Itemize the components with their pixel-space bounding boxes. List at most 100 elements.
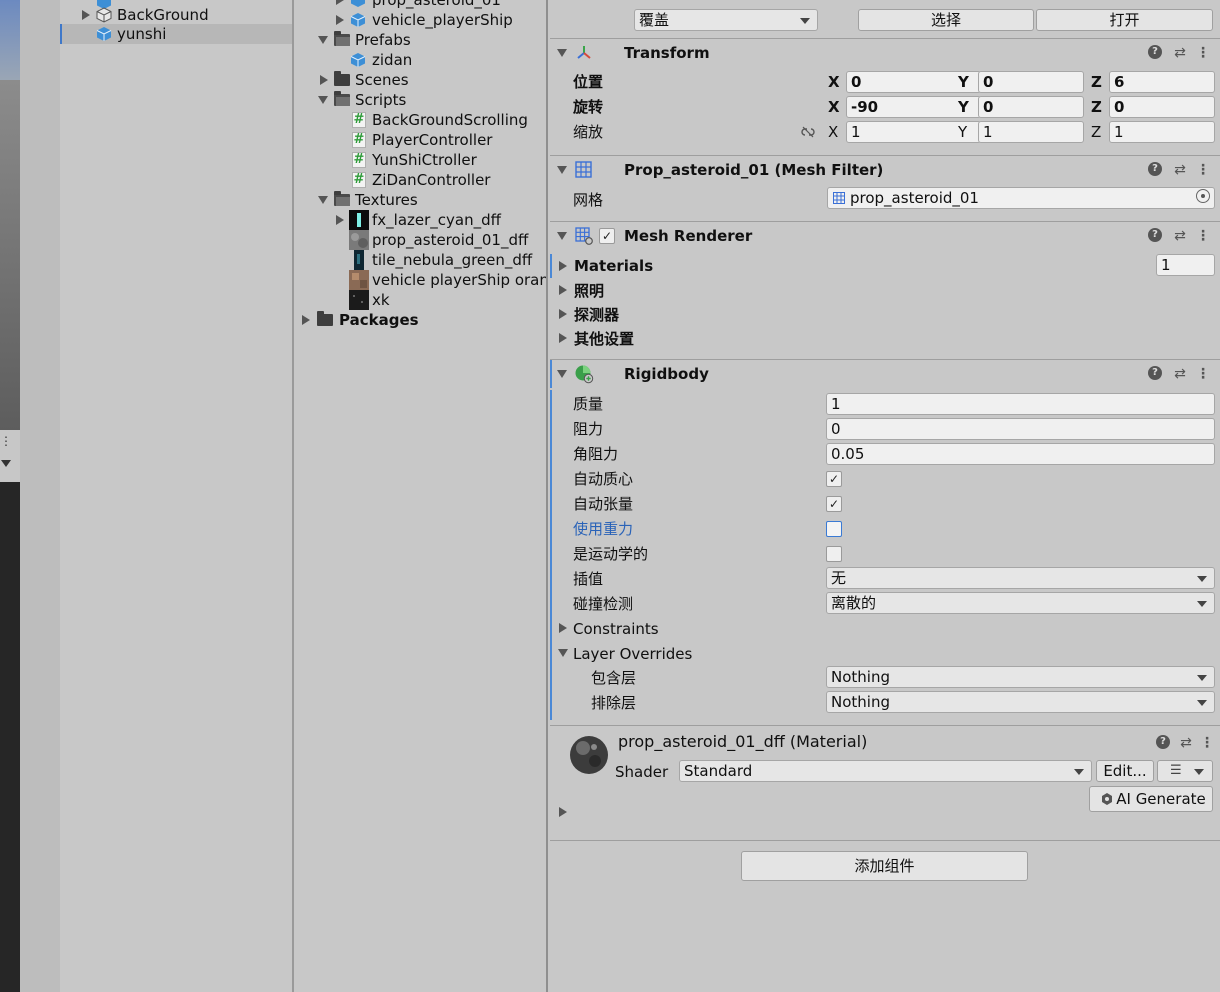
ai-generate-button[interactable]: AI Generate	[1089, 786, 1213, 812]
preset-icon[interactable]: ⇄	[1178, 735, 1194, 751]
axis-y-label[interactable]: Y	[958, 72, 969, 92]
foldout-right-icon[interactable]	[320, 75, 328, 85]
project-folder-prefabs[interactable]: Prefabs	[294, 30, 546, 50]
project-texture-item[interactable]: prop_asteroid_01_dff	[294, 230, 546, 250]
help-icon[interactable]: ?	[1148, 162, 1162, 176]
foldout-right-icon[interactable]	[336, 215, 344, 225]
axis-y-label[interactable]: Y	[958, 122, 967, 142]
axis-z-label[interactable]: Z	[1091, 72, 1102, 92]
project-item-prop-asteroid[interactable]: prop_asteroid_01	[294, 0, 546, 10]
axis-y-label[interactable]: Y	[958, 97, 969, 117]
auto-tensor-checkbox[interactable]: ✓	[826, 496, 842, 512]
drag-field[interactable]: 0	[826, 418, 1215, 440]
exclude-layers-dropdown[interactable]: Nothing	[826, 691, 1215, 713]
foldout-right-icon[interactable]	[559, 309, 567, 319]
help-icon[interactable]: ?	[1148, 228, 1162, 242]
constrain-proportions-icon[interactable]	[800, 125, 816, 139]
foldout-right-icon[interactable]	[559, 285, 567, 295]
foldout-right-icon[interactable]	[559, 807, 567, 817]
foldout-down-icon[interactable]	[557, 166, 567, 174]
project-item-vehicle-playership[interactable]: vehicle_playerShip	[294, 10, 546, 30]
angular-drag-field[interactable]: 0.05	[826, 443, 1215, 465]
foldout-down-icon[interactable]	[557, 49, 567, 57]
material-preview-icon[interactable]	[568, 734, 610, 776]
shader-edit-button[interactable]: Edit...	[1096, 760, 1154, 782]
project-texture-item[interactable]: xk	[294, 290, 546, 310]
open-button[interactable]: 打开	[1036, 9, 1213, 31]
context-menu-icon[interactable]: ⋮	[1200, 735, 1214, 751]
mesh-renderer-header[interactable]: ✓ Mesh Renderer ? ⇄ ⋮	[550, 221, 1220, 249]
foldout-down-icon[interactable]	[318, 96, 328, 104]
foldout-down-icon[interactable]	[318, 196, 328, 204]
interpolate-dropdown[interactable]: 无	[826, 567, 1215, 589]
axis-z-label[interactable]: Z	[1091, 122, 1101, 142]
transform-header[interactable]: Transform ? ⇄ ⋮	[550, 38, 1220, 66]
foldout-down-icon[interactable]	[557, 370, 567, 378]
rigidbody-header[interactable]: Rigidbody ? ⇄ ⋮	[550, 359, 1220, 388]
position-y-field[interactable]: 0	[978, 71, 1084, 93]
help-icon[interactable]: ?	[1148, 366, 1162, 380]
scale-z-field[interactable]: 1	[1109, 121, 1215, 143]
hierarchy-item-yunshi[interactable]: yunshi	[60, 24, 292, 44]
axis-x-label[interactable]: X	[828, 72, 840, 92]
auto-center-of-mass-checkbox[interactable]: ✓	[826, 471, 842, 487]
help-icon[interactable]: ?	[1156, 735, 1170, 749]
context-menu-icon[interactable]: ⋮	[1196, 45, 1210, 61]
mesh-filter-header[interactable]: Prop_asteroid_01 (Mesh Filter) ? ⇄ ⋮	[550, 155, 1220, 183]
foldout-right-icon[interactable]	[82, 10, 90, 20]
mesh-object-field[interactable]: prop_asteroid_01	[827, 187, 1215, 209]
layer-overrides-label[interactable]: Layer Overrides	[573, 644, 692, 664]
rotation-z-field[interactable]: 0	[1109, 96, 1215, 118]
preset-icon[interactable]: ⇄	[1172, 162, 1188, 178]
drag-handle-icon[interactable]: ⋮	[0, 435, 12, 447]
use-gravity-checkbox[interactable]	[826, 521, 842, 537]
materials-count-field[interactable]: 1	[1156, 254, 1215, 276]
project-folder-packages[interactable]: Packages	[294, 310, 546, 330]
lighting-label[interactable]: 照明	[574, 281, 604, 301]
is-kinematic-checkbox[interactable]	[826, 546, 842, 562]
mass-field[interactable]: 1	[826, 393, 1215, 415]
add-component-button[interactable]: 添加组件	[741, 851, 1028, 881]
context-menu-icon[interactable]: ⋮	[1196, 162, 1210, 178]
project-texture-item[interactable]: tile_nebula_green_dff	[294, 250, 546, 270]
foldout-right-icon[interactable]	[336, 0, 344, 5]
project-script-item[interactable]: # ZiDanController	[294, 170, 546, 190]
preset-icon[interactable]: ⇄	[1172, 228, 1188, 244]
project-script-item[interactable]: # YunShiCtroller	[294, 150, 546, 170]
context-menu-icon[interactable]: ⋮	[1196, 366, 1210, 382]
project-item-zidan[interactable]: zidan	[294, 50, 546, 70]
shader-options-button[interactable]: ☰	[1157, 760, 1213, 782]
axis-x-label[interactable]: X	[828, 122, 838, 142]
project-folder-scripts[interactable]: Scripts	[294, 90, 546, 110]
foldout-down-icon[interactable]	[318, 36, 328, 44]
include-layers-dropdown[interactable]: Nothing	[826, 666, 1215, 688]
mesh-renderer-enabled-checkbox[interactable]: ✓	[599, 228, 615, 244]
preset-icon[interactable]: ⇄	[1172, 45, 1188, 61]
project-texture-item[interactable]: fx_lazer_cyan_dff	[294, 210, 546, 230]
probes-label[interactable]: 探测器	[574, 305, 619, 325]
axis-x-label[interactable]: X	[828, 97, 840, 117]
foldout-right-icon[interactable]	[559, 333, 567, 343]
project-script-item[interactable]: # PlayerController	[294, 130, 546, 150]
axis-z-label[interactable]: Z	[1091, 97, 1102, 117]
foldout-right-icon[interactable]	[559, 261, 567, 271]
dropdown-arrow-icon[interactable]	[1, 460, 11, 467]
help-icon[interactable]: ?	[1148, 45, 1162, 59]
hierarchy-item-background[interactable]: BackGround	[60, 5, 292, 25]
select-button[interactable]: 选择	[858, 9, 1034, 31]
project-texture-item[interactable]: vehicle playerShip oran	[294, 270, 546, 290]
materials-label[interactable]: Materials	[574, 256, 653, 276]
override-dropdown[interactable]: 覆盖	[634, 9, 818, 31]
project-folder-textures[interactable]: Textures	[294, 190, 546, 210]
preset-icon[interactable]: ⇄	[1172, 366, 1188, 382]
collision-detection-dropdown[interactable]: 离散的	[826, 592, 1215, 614]
shader-dropdown[interactable]: Standard	[679, 760, 1092, 782]
scale-y-field[interactable]: 1	[978, 121, 1084, 143]
foldout-right-icon[interactable]	[559, 623, 567, 633]
foldout-right-icon[interactable]	[302, 315, 310, 325]
context-menu-icon[interactable]: ⋮	[1196, 228, 1210, 244]
foldout-down-icon[interactable]	[557, 232, 567, 240]
constraints-label[interactable]: Constraints	[573, 619, 659, 639]
project-script-item[interactable]: # BackGroundScrolling	[294, 110, 546, 130]
project-folder-scenes[interactable]: Scenes	[294, 70, 546, 90]
